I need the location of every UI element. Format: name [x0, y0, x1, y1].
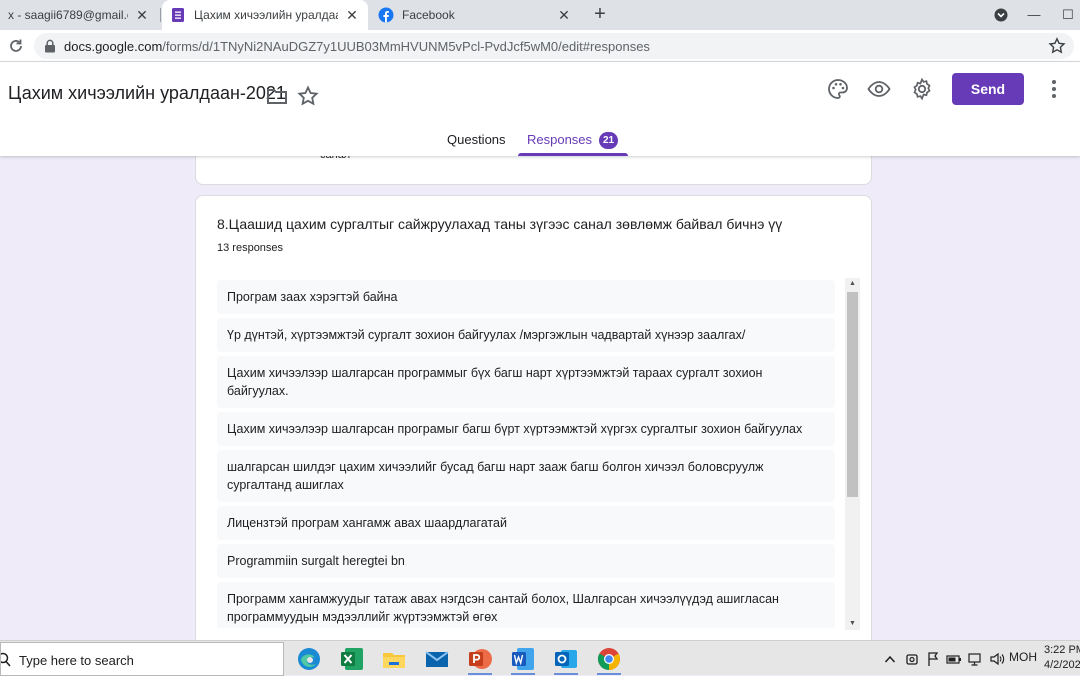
scrollbar-thumb[interactable]: [847, 292, 858, 497]
search-placeholder: Type here to search: [19, 653, 134, 668]
url-text: docs.google.com/forms/d/1TNyNi2NAuDGZ7y1…: [64, 39, 650, 54]
chrome-icon[interactable]: [595, 645, 623, 673]
reload-icon[interactable]: [6, 36, 26, 56]
preview-eye-icon[interactable]: [867, 77, 891, 101]
outlook-icon[interactable]: [552, 645, 580, 673]
forms-header: Цахим хичээлийн уралдаан-2021 Send Quest…: [0, 62, 1080, 156]
close-icon[interactable]: ✕: [344, 7, 360, 24]
list-item: шалгарсан шилдэг цахим хичээлийг бусад б…: [217, 450, 835, 502]
response-count: 13 responses: [217, 242, 284, 254]
lock-icon[interactable]: [44, 39, 56, 53]
minimize-icon[interactable]: —: [1024, 5, 1044, 25]
list-item: Лицензтэй програм хангамж авах шаардлага…: [217, 506, 835, 540]
scroll-down-arrow-icon[interactable]: ▼: [845, 618, 860, 630]
tab-responses[interactable]: Responses: [527, 132, 592, 147]
battery-icon[interactable]: [946, 650, 962, 668]
excel-icon[interactable]: [338, 645, 366, 673]
more-options-icon[interactable]: [1042, 77, 1066, 101]
google-forms-icon: [172, 8, 184, 22]
list-item: Программ хангамжуудыг татаж авах нэгдсэн…: [217, 582, 835, 628]
bookmark-star-icon[interactable]: [1048, 37, 1066, 55]
clock-time: 3:22 PM: [1044, 644, 1080, 656]
word-icon[interactable]: [509, 645, 537, 673]
url-path: /forms/d/1TNyNi2NAuDGZ7y1UUB03MmHVUNM5vP…: [162, 39, 650, 54]
list-item: Програм заах хэрэгтэй байна: [217, 280, 835, 314]
input-language[interactable]: МОН: [1009, 650, 1037, 668]
powerpoint-icon[interactable]: [466, 645, 494, 673]
list-item: Programmiin surgalt heregtei bn: [217, 544, 835, 578]
response-list-scrollbar[interactable]: ▲ ▼: [845, 278, 860, 630]
browser-toolbar: docs.google.com/forms/d/1TNyNi2NAuDGZ7y1…: [0, 30, 1080, 62]
search-icon: [1, 652, 11, 667]
taskbar-clock[interactable]: 3:22 PM 4/2/202: [1044, 643, 1080, 673]
star-icon[interactable]: [296, 84, 320, 108]
close-icon[interactable]: ✕: [134, 7, 150, 24]
palette-icon[interactable]: [826, 77, 850, 101]
form-title[interactable]: Цахим хичээлийн уралдаан-2021: [8, 83, 286, 104]
edge-icon[interactable]: [295, 645, 323, 673]
tab-title: Цахим хичээлийн уралдаан-202: [194, 8, 338, 22]
url-host: docs.google.com: [64, 39, 163, 54]
volume-icon[interactable]: [989, 650, 1005, 668]
question-response-card: 8.Цаашид цахим сургалтыг сайжруулахад та…: [195, 195, 872, 655]
browser-tab-gmail[interactable]: x - saagii6789@gmail.com - ✕: [0, 0, 158, 30]
meet-now-icon[interactable]: [905, 650, 919, 668]
file-explorer-icon[interactable]: [380, 645, 408, 673]
browser-tab-facebook[interactable]: Facebook ✕: [370, 0, 580, 30]
address-bar[interactable]: docs.google.com/forms/d/1TNyNi2NAuDGZ7y1…: [34, 33, 1074, 59]
active-tab-indicator: [518, 153, 628, 156]
send-button[interactable]: Send: [952, 73, 1024, 105]
network-icon[interactable]: [968, 650, 984, 668]
browser-tab-forms[interactable]: Цахим хичээлийн уралдаан-202 ✕: [162, 0, 368, 30]
mail-icon[interactable]: [423, 645, 451, 673]
settings-gear-icon[interactable]: [910, 77, 934, 101]
facebook-icon: [378, 7, 394, 23]
show-hidden-icons-icon[interactable]: [884, 650, 896, 668]
responses-count-badge: 21: [599, 132, 618, 149]
folder-icon[interactable]: [265, 84, 289, 108]
list-item: Цахим хичээлээр шалгарсан програмыг багш…: [217, 412, 835, 446]
taskbar-search-box[interactable]: Type here to search: [0, 642, 284, 676]
form-tabs: Questions Responses 21: [0, 124, 1080, 156]
list-item: Цахим хичээлээр шалгарсан программыг бүх…: [217, 356, 835, 408]
response-list[interactable]: Програм заах хэрэгтэй байна Үр дүнтэй, х…: [217, 280, 835, 628]
new-tab-button[interactable]: +: [588, 3, 612, 27]
tab-separator: [160, 8, 161, 22]
maximize-icon[interactable]: ☐: [1058, 5, 1078, 25]
tab-search-icon[interactable]: [991, 5, 1011, 25]
browser-tab-strip: x - saagii6789@gmail.com - ✕ Цахим хичээ…: [0, 0, 1080, 30]
scroll-up-arrow-icon[interactable]: ▲: [845, 278, 860, 290]
list-item: Үр дүнтэй, хүртээмжтэй сургалт зохион ба…: [217, 318, 835, 352]
windows-taskbar: Type here to search МОН 3:22 P 4/2/202: [0, 640, 1080, 676]
tab-title: Facebook: [402, 8, 455, 22]
tab-title: x - saagii6789@gmail.com -: [8, 8, 128, 22]
tab-questions[interactable]: Questions: [447, 132, 506, 147]
clock-date: 4/2/202: [1044, 659, 1080, 671]
question-title: 8.Цаашид цахим сургалтыг сайжруулахад та…: [217, 216, 783, 232]
close-icon[interactable]: ✕: [556, 7, 572, 24]
notification-flag-icon[interactable]: [926, 650, 940, 668]
